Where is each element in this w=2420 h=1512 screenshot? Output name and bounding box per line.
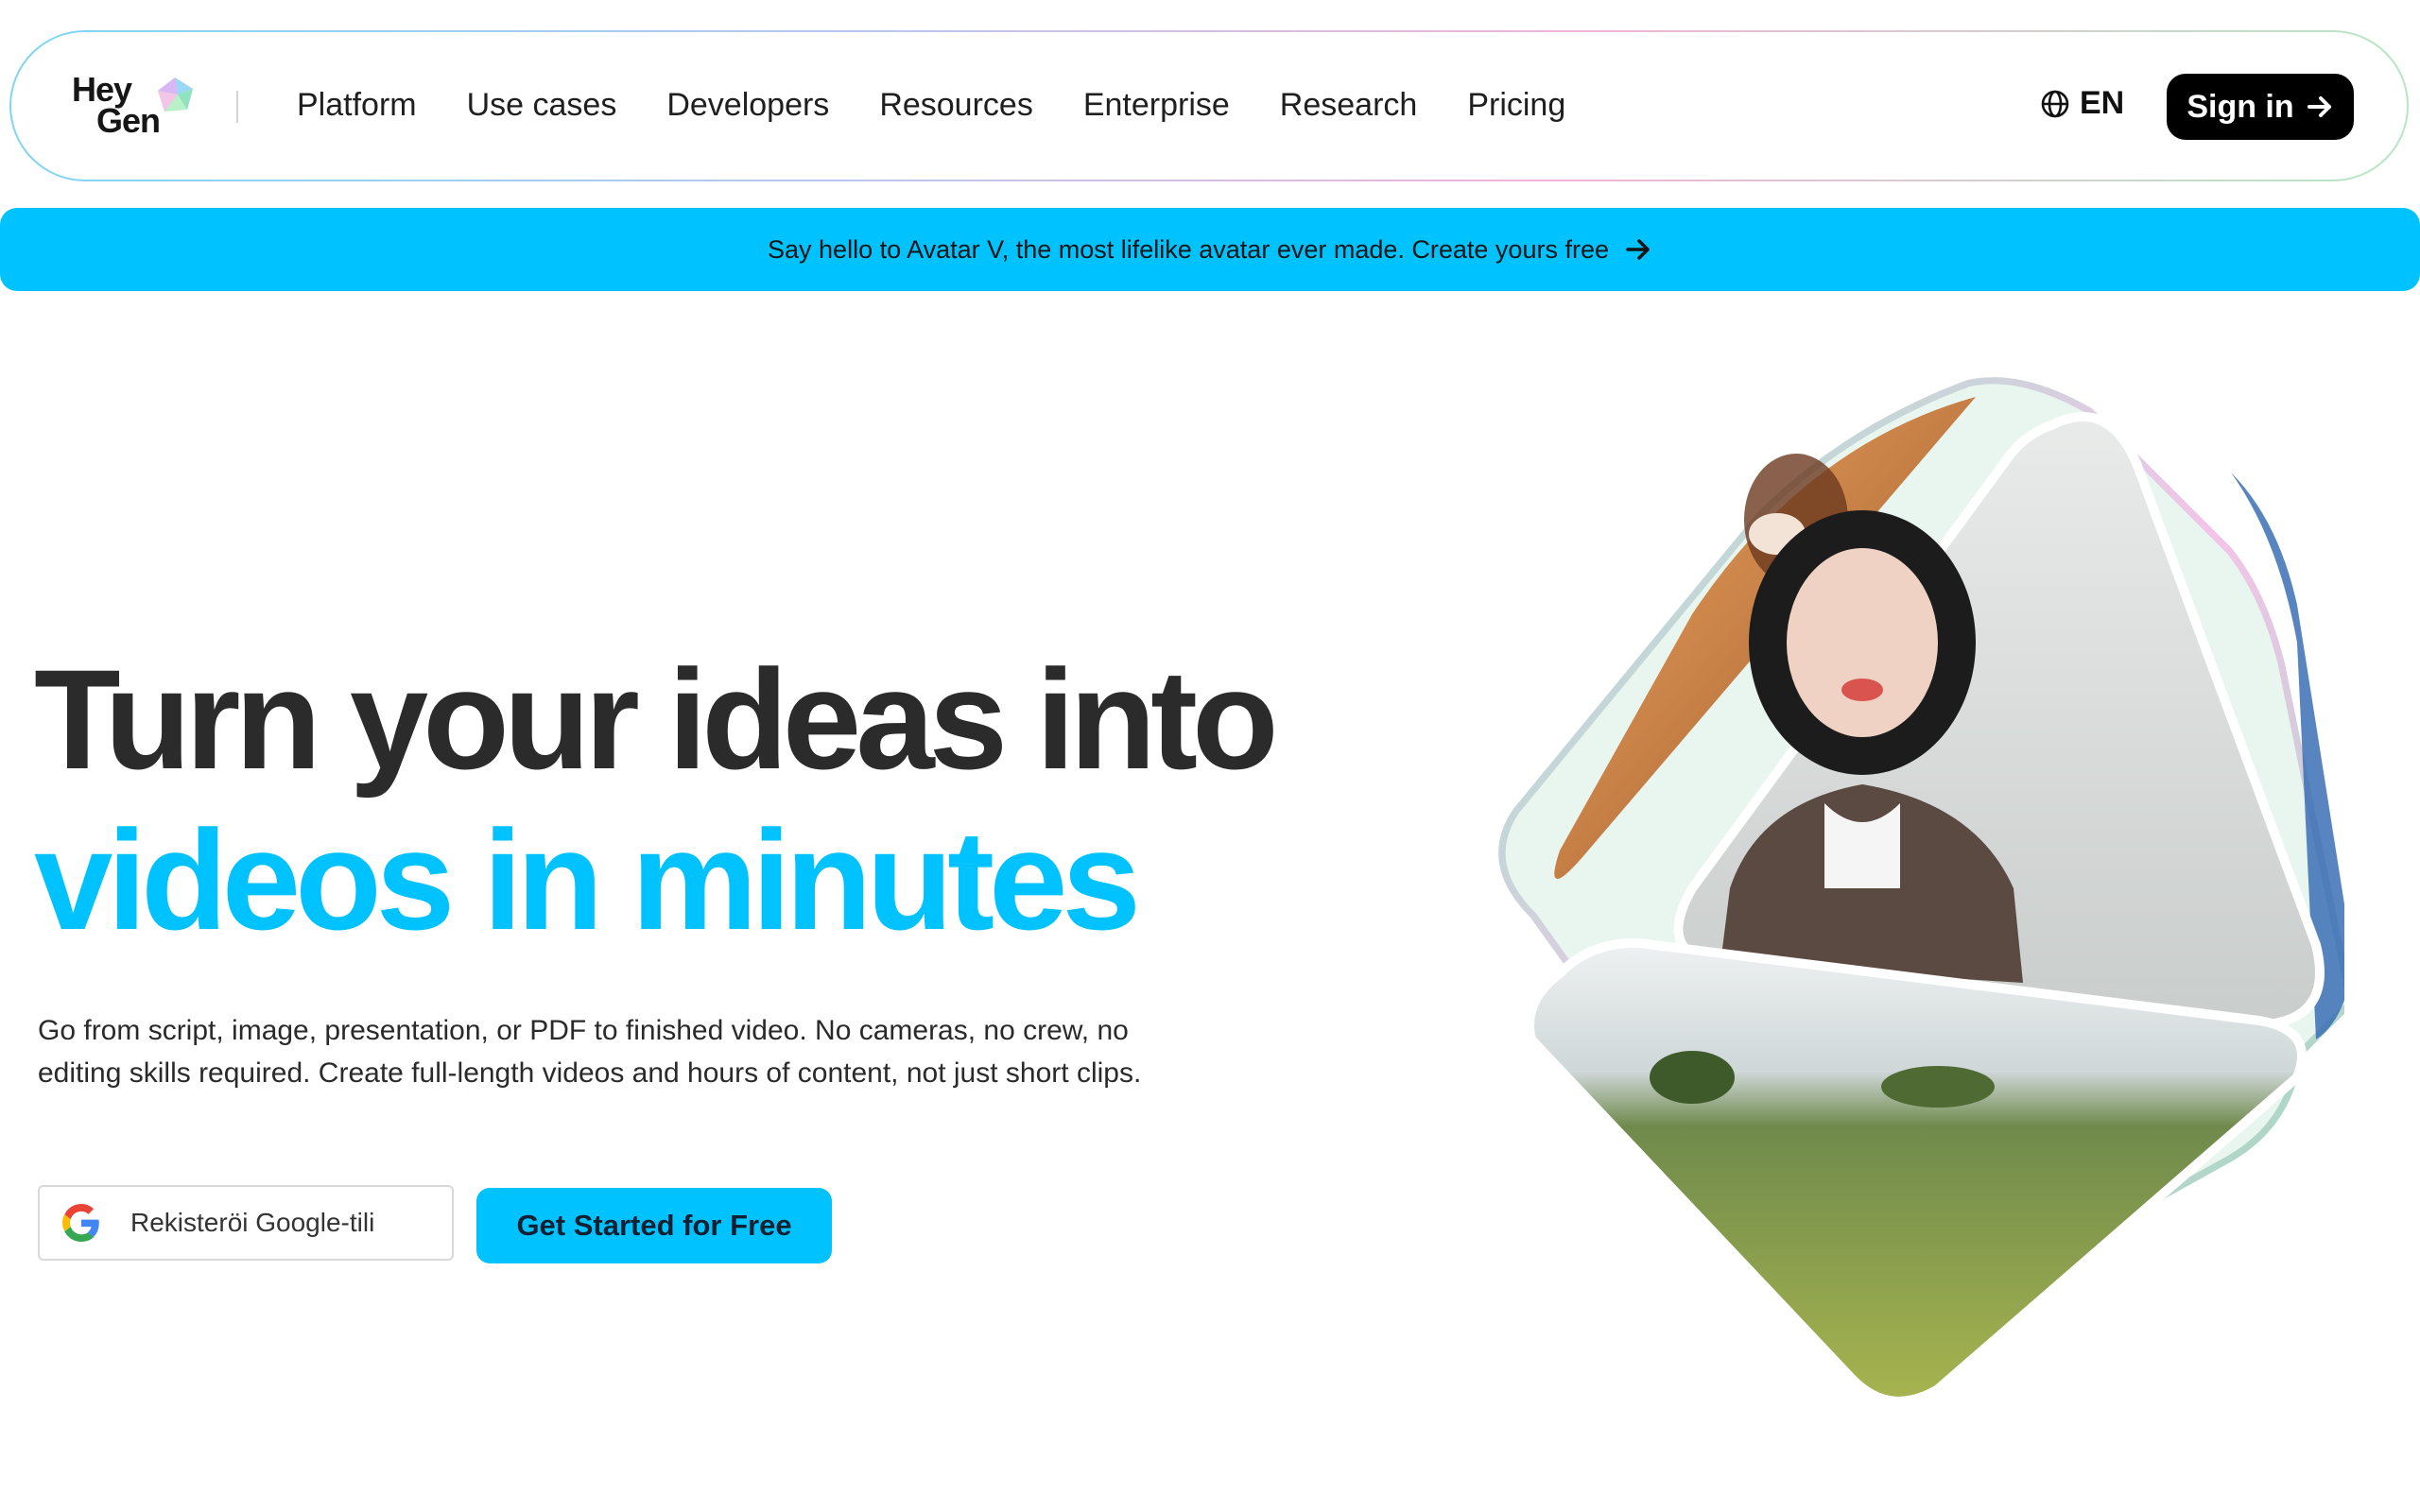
language-label: EN	[2080, 85, 2125, 121]
nav-link-developers[interactable]: Developers	[666, 87, 829, 124]
nav-link-research[interactable]: Research	[1280, 87, 1418, 124]
headline-line-2: videos in minutes	[34, 800, 1141, 959]
logo-wordmark: Hey Gen	[72, 70, 161, 140]
nav-link-resources[interactable]: Resources	[879, 87, 1033, 124]
nav-link-pricing[interactable]: Pricing	[1467, 87, 1565, 124]
nav-divider	[236, 91, 238, 123]
heygen-logo[interactable]: Hey Gen	[72, 70, 214, 142]
sign-in-label: Sign in	[2187, 88, 2294, 125]
hero-3d-avatar-shape	[1498, 377, 2344, 1406]
announcement-banner[interactable]: Say hello to Avatar V, the most lifelike…	[0, 208, 2420, 291]
language-selector[interactable]: EN	[2040, 85, 2124, 122]
top-navigation: Hey Gen Platform Use cases Developers Re…	[9, 30, 2409, 181]
nav-link-enterprise[interactable]: Enterprise	[1083, 87, 1230, 124]
hero-headline: Turn your ideas into videos in minutes	[34, 639, 1279, 960]
nav-link-platform[interactable]: Platform	[297, 87, 417, 124]
get-started-button[interactable]: Get Started for Free	[476, 1188, 832, 1263]
nav-links: Platform Use cases Developers Resources …	[297, 87, 1565, 124]
landscape-video-face	[1525, 938, 2307, 1406]
arrow-right-icon	[1626, 239, 1650, 260]
nav-link-use-cases[interactable]: Use cases	[467, 87, 617, 124]
globe-icon	[2041, 90, 2069, 117]
google-signup-label: Rekisteröi Google-tili	[130, 1208, 375, 1237]
headline-line-1: Turn your ideas into	[34, 640, 1279, 799]
sign-in-button[interactable]: Sign in	[2167, 74, 2354, 140]
google-icon	[62, 1204, 99, 1242]
google-signup-button[interactable]: Rekisteröi Google-tili	[38, 1185, 454, 1261]
get-started-label: Get Started for Free	[516, 1209, 792, 1242]
logo-gem-icon	[158, 77, 193, 112]
banner-text: Say hello to Avatar V, the most lifelike…	[768, 234, 1609, 264]
hero-description: Go from script, image, presentation, or …	[38, 1015, 1142, 1089]
arrow-right-icon	[2307, 96, 2331, 117]
